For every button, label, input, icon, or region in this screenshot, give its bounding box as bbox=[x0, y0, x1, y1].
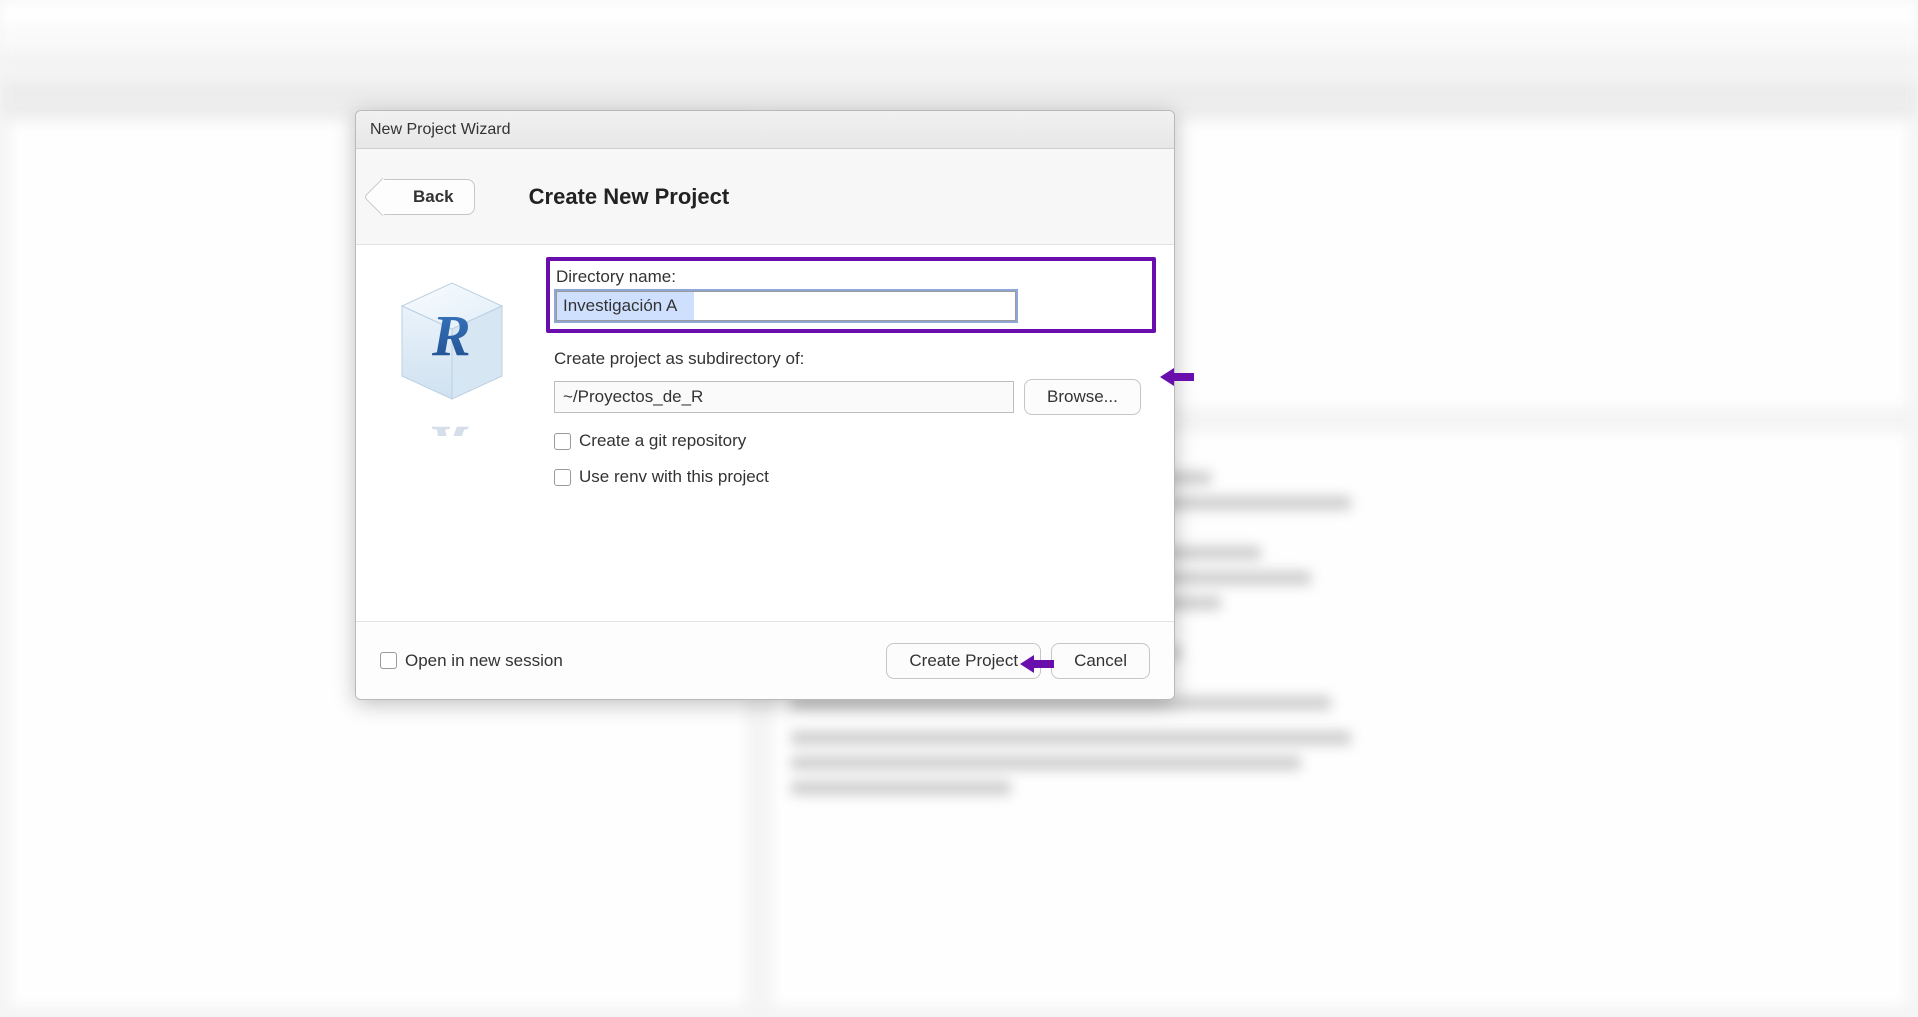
back-button[interactable]: Back bbox=[382, 179, 475, 215]
open-new-session-label: Open in new session bbox=[405, 651, 563, 671]
subdirectory-label: Create project as subdirectory of: bbox=[554, 349, 1148, 369]
browse-button-label: Browse... bbox=[1047, 387, 1118, 406]
renv-checkbox[interactable] bbox=[554, 469, 571, 486]
create-project-button[interactable]: Create Project bbox=[886, 643, 1041, 679]
renv-checkbox-label: Use renv with this project bbox=[579, 467, 769, 487]
dialog-title: New Project Wizard bbox=[370, 121, 510, 139]
back-button-label: Back bbox=[413, 187, 454, 207]
cancel-button-label: Cancel bbox=[1074, 651, 1127, 670]
dialog-header: Back Create New Project bbox=[356, 149, 1174, 245]
directory-name-label: Directory name: bbox=[556, 267, 1146, 287]
subdirectory-input[interactable] bbox=[554, 381, 1014, 413]
svg-text:R: R bbox=[431, 414, 471, 436]
renv-checkbox-row[interactable]: Use renv with this project bbox=[554, 467, 1148, 487]
svg-text:R: R bbox=[431, 303, 471, 368]
open-new-session-row[interactable]: Open in new session bbox=[380, 651, 563, 671]
git-checkbox[interactable] bbox=[554, 433, 571, 450]
r-project-icon: R R bbox=[382, 271, 522, 436]
dialog-body: R R Directory name: Create project as su… bbox=[356, 245, 1174, 621]
directory-name-highlight: Directory name: bbox=[546, 257, 1156, 333]
directory-name-input[interactable] bbox=[556, 291, 1016, 321]
create-project-button-label: Create Project bbox=[909, 651, 1018, 670]
open-new-session-checkbox[interactable] bbox=[380, 652, 397, 669]
form-area: Directory name: Create project as subdir… bbox=[554, 265, 1148, 611]
subdirectory-row: Browse... bbox=[554, 379, 1148, 415]
git-checkbox-label: Create a git repository bbox=[579, 431, 746, 451]
cancel-button[interactable]: Cancel bbox=[1051, 643, 1150, 679]
browse-button[interactable]: Browse... bbox=[1024, 379, 1141, 415]
dialog-footer: Open in new session Create Project Cance… bbox=[356, 621, 1174, 699]
dialog-heading: Create New Project bbox=[529, 184, 730, 210]
git-checkbox-row[interactable]: Create a git repository bbox=[554, 431, 1148, 451]
new-project-wizard-dialog: New Project Wizard Back Create New Proje… bbox=[355, 110, 1175, 700]
dialog-titlebar: New Project Wizard bbox=[356, 111, 1174, 149]
